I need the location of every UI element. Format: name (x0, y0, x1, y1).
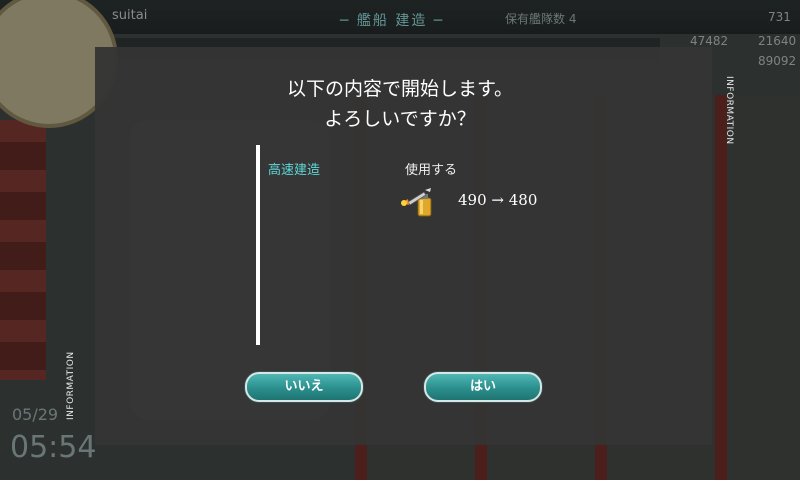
confirm-message-line2: よろしいですか？ (324, 108, 476, 130)
information-tab-left[interactable]: INFORMATION (66, 340, 86, 420)
no-button[interactable]: いいえ (245, 372, 363, 402)
yes-button[interactable]: はい (424, 372, 542, 402)
fast-build-label: 高速建造 (268, 163, 321, 178)
use-label: 使用する (405, 163, 458, 178)
confirm-message-line1: 以下の内容で開始します。 (286, 78, 514, 100)
divider-bar (256, 145, 260, 345)
count-change: 490 → 480 (458, 191, 538, 209)
flamethrower-icon (398, 186, 438, 222)
